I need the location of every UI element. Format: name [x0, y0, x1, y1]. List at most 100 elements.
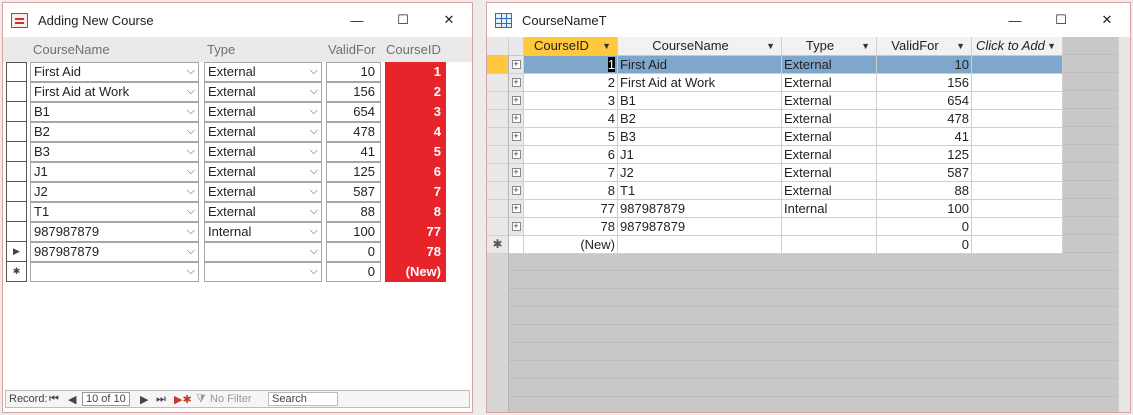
row-selector[interactable]	[487, 200, 509, 218]
course-name-cell[interactable]: 987987879	[618, 218, 782, 236]
row-selector[interactable]	[487, 92, 509, 110]
type-combo[interactable]: Internal	[204, 222, 322, 242]
record-selector[interactable]	[6, 122, 27, 142]
course-name-combo[interactable]: J1	[30, 162, 199, 182]
click-to-add-cell[interactable]	[972, 74, 1063, 92]
type-cell[interactable]: External	[782, 128, 877, 146]
close-button[interactable]: ✕	[426, 3, 472, 37]
valid-for-cell[interactable]: 41	[877, 128, 972, 146]
valid-for-field[interactable]: 10	[326, 62, 381, 82]
course-name-combo[interactable]: B1	[30, 102, 199, 122]
type-combo[interactable]: External	[204, 102, 322, 122]
form-window[interactable]: Adding New Course — ☐ ✕ CourseName Type …	[2, 2, 473, 413]
course-id-field[interactable]: 6	[385, 162, 446, 182]
valid-for-field[interactable]: 0	[326, 262, 381, 282]
record-selector[interactable]	[6, 202, 27, 222]
valid-for-field[interactable]: 100	[326, 222, 381, 242]
course-name-cell[interactable]: First Aid at Work	[618, 74, 782, 92]
course-id-cell[interactable]: 2	[524, 74, 618, 92]
maximize-button[interactable]: ☐	[380, 3, 426, 37]
valid-for-field[interactable]: 587	[326, 182, 381, 202]
record-selector[interactable]	[6, 102, 27, 122]
click-to-add-cell[interactable]	[972, 56, 1063, 74]
course-id-field[interactable]: 77	[385, 222, 446, 242]
course-name-combo[interactable]: First Aid	[30, 62, 199, 82]
type-combo[interactable]: External	[204, 82, 322, 102]
type-combo[interactable]: External	[204, 182, 322, 202]
course-name-combo[interactable]	[30, 262, 199, 282]
type-combo[interactable]: External	[204, 122, 322, 142]
course-id-field[interactable]: 7	[385, 182, 446, 202]
row-selector[interactable]	[487, 218, 509, 236]
course-id-cell[interactable]: 6	[524, 146, 618, 164]
row-selector[interactable]	[487, 128, 509, 146]
type-combo[interactable]: External	[204, 202, 322, 222]
course-name-combo[interactable]: B3	[30, 142, 199, 162]
click-to-add-cell[interactable]	[972, 218, 1063, 236]
new-course-name-cell[interactable]	[618, 236, 782, 254]
column-header-course-name[interactable]: CourseName ▼	[618, 37, 782, 56]
course-id-cell[interactable]: 7	[524, 164, 618, 182]
course-name-combo[interactable]: J2	[30, 182, 199, 202]
last-record-button[interactable]: ⏭	[156, 393, 166, 406]
subdatasheet-expand-button[interactable]: +	[509, 92, 524, 110]
minimize-button[interactable]: —	[334, 3, 380, 37]
sort-dropdown-icon[interactable]: ▼	[602, 37, 611, 55]
record-selector[interactable]	[6, 182, 27, 202]
valid-for-field[interactable]: 0	[326, 242, 381, 262]
course-id-cell[interactable]: 5	[524, 128, 618, 146]
valid-for-field[interactable]: 478	[326, 122, 381, 142]
click-to-add-cell[interactable]	[972, 146, 1063, 164]
subdatasheet-expand-button[interactable]: +	[509, 164, 524, 182]
type-combo[interactable]	[204, 262, 322, 282]
new-type-cell[interactable]	[782, 236, 877, 254]
course-id-cell[interactable]: 1	[524, 56, 618, 74]
new-record-selector[interactable]: ✱	[487, 236, 509, 254]
next-record-button[interactable]: ▶	[140, 393, 148, 406]
click-to-add-cell[interactable]	[972, 128, 1063, 146]
new-valid-for-cell[interactable]: 0	[877, 236, 972, 254]
record-selector[interactable]	[6, 162, 27, 182]
course-name-cell[interactable]: B3	[618, 128, 782, 146]
column-header-course-id[interactable]: CourseID ▼	[524, 37, 618, 56]
click-to-add-cell[interactable]	[972, 182, 1063, 200]
valid-for-cell[interactable]: 478	[877, 110, 972, 128]
course-name-combo[interactable]: B2	[30, 122, 199, 142]
course-name-combo[interactable]: 987987879	[30, 222, 199, 242]
click-to-add-cell[interactable]	[972, 92, 1063, 110]
first-record-button[interactable]: ⏮	[49, 393, 59, 406]
valid-for-cell[interactable]: 654	[877, 92, 972, 110]
course-name-cell[interactable]: J1	[618, 146, 782, 164]
record-selector[interactable]: ▶	[6, 242, 27, 262]
type-combo[interactable]: External	[204, 162, 322, 182]
valid-for-cell[interactable]: 10	[877, 56, 972, 74]
valid-for-cell[interactable]: 100	[877, 200, 972, 218]
type-cell[interactable]: Internal	[782, 200, 877, 218]
valid-for-cell[interactable]: 88	[877, 182, 972, 200]
type-cell[interactable]: External	[782, 164, 877, 182]
type-cell[interactable]: External	[782, 182, 877, 200]
type-cell[interactable]: External	[782, 92, 877, 110]
new-course-id-cell[interactable]: (New)	[524, 236, 618, 254]
new-record-button[interactable]: ▶✱	[174, 393, 192, 406]
course-name-cell[interactable]: B1	[618, 92, 782, 110]
column-header-click-to-add[interactable]: Click to Add ▼	[972, 37, 1063, 56]
course-id-field[interactable]: 4	[385, 122, 446, 142]
add-field-dropdown-icon[interactable]: ▼	[1047, 37, 1056, 55]
type-cell[interactable]: External	[782, 146, 877, 164]
record-selector[interactable]: ✱	[6, 262, 27, 282]
valid-for-field[interactable]: 125	[326, 162, 381, 182]
subdatasheet-expand-button[interactable]: +	[509, 110, 524, 128]
record-selector[interactable]	[6, 142, 27, 162]
valid-for-field[interactable]: 654	[326, 102, 381, 122]
course-name-cell[interactable]: J2	[618, 164, 782, 182]
type-cell[interactable]: External	[782, 110, 877, 128]
course-id-cell[interactable]: 78	[524, 218, 618, 236]
subdatasheet-expand-button[interactable]: +	[509, 128, 524, 146]
course-id-cell[interactable]: 8	[524, 182, 618, 200]
valid-for-field[interactable]: 41	[326, 142, 381, 162]
course-name-cell[interactable]: 987987879	[618, 200, 782, 218]
search-input[interactable]: Search	[268, 392, 338, 406]
table-window[interactable]: CourseNameT — ☐ ✕ CourseID ▼ CourseName …	[486, 2, 1131, 413]
column-header-type[interactable]: Type ▼	[782, 37, 877, 56]
